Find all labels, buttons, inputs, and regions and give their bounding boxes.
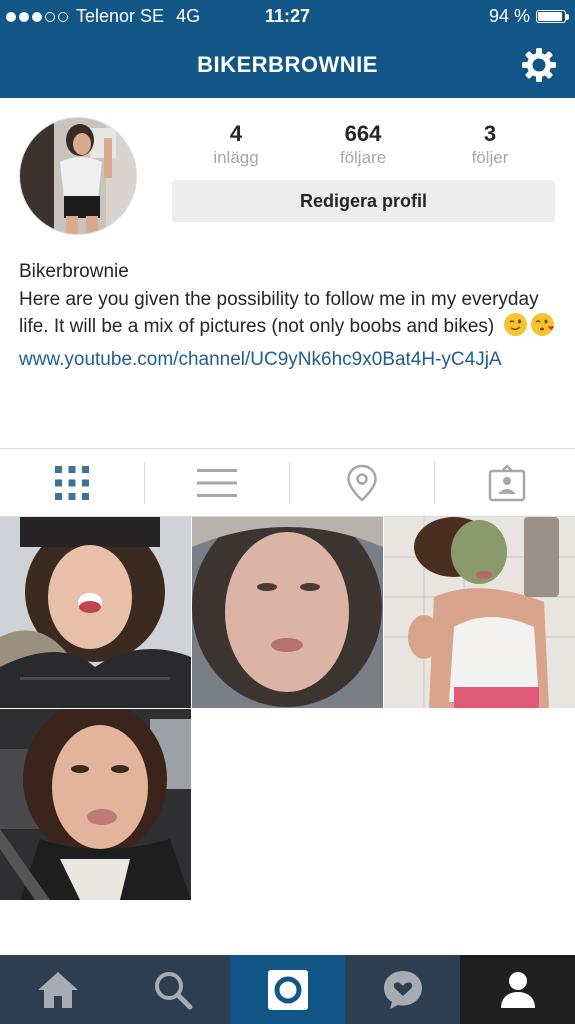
profile-bio: Bikerbrownie Here are you given the poss… xyxy=(19,258,559,373)
top-bar: Telenor SE 4G 11:27 94 % BIKERBROWNIE xyxy=(0,0,575,98)
tab-list-view[interactable] xyxy=(145,449,288,517)
battery-icon xyxy=(536,10,569,23)
grid-icon xyxy=(54,466,89,500)
profile-display-name: Bikerbrownie xyxy=(19,261,129,282)
followers-count[interactable]: 664 följare xyxy=(308,121,418,168)
photo-selfie-fur-hood[interactable] xyxy=(0,517,191,708)
search-icon xyxy=(154,971,192,1009)
activity-heart-icon xyxy=(383,970,422,1009)
profile-view-tabs xyxy=(0,448,575,517)
nav-camera[interactable] xyxy=(230,955,345,1024)
bio-text: Here are you given the possibility to fo… xyxy=(19,288,539,338)
edit-profile-button[interactable]: Redigera profil xyxy=(172,180,555,222)
tab-location-view[interactable] xyxy=(290,449,433,517)
photo-selfie-hood-close[interactable] xyxy=(192,517,383,708)
gear-icon[interactable] xyxy=(521,47,557,83)
list-icon xyxy=(196,469,237,497)
following-count[interactable]: 3 följer xyxy=(435,121,545,168)
nav-home[interactable] xyxy=(0,955,115,1024)
profile-avatar[interactable] xyxy=(19,117,137,235)
nav-search[interactable] xyxy=(115,955,230,1024)
nav-activity[interactable] xyxy=(345,955,460,1024)
bottom-navigation xyxy=(0,955,575,1024)
photo-selfie-car[interactable] xyxy=(0,709,191,900)
location-pin-icon xyxy=(346,464,377,502)
home-icon xyxy=(37,971,78,1008)
tab-tagged-view[interactable] xyxy=(435,449,575,517)
status-bar: Telenor SE 4G 11:27 94 % xyxy=(0,0,575,32)
profile-username-title: BIKERBROWNIE xyxy=(197,52,378,77)
camera-icon xyxy=(267,969,308,1010)
profile-icon xyxy=(500,971,535,1008)
tab-grid-view[interactable] xyxy=(0,449,143,517)
profile-website-link[interactable]: www.youtube.com/channel/UC9yNk6hc9x0Bat4… xyxy=(19,346,559,374)
photo-selfie-face-mask[interactable] xyxy=(384,517,575,708)
tagged-photos-icon xyxy=(488,464,525,502)
nav-profile[interactable] xyxy=(460,955,575,1024)
wink-emoji-icon xyxy=(503,313,527,336)
battery-percent: 94 % xyxy=(488,6,530,26)
posts-count: 4 inlägg xyxy=(213,121,259,167)
kiss-emoji-icon xyxy=(530,313,554,336)
